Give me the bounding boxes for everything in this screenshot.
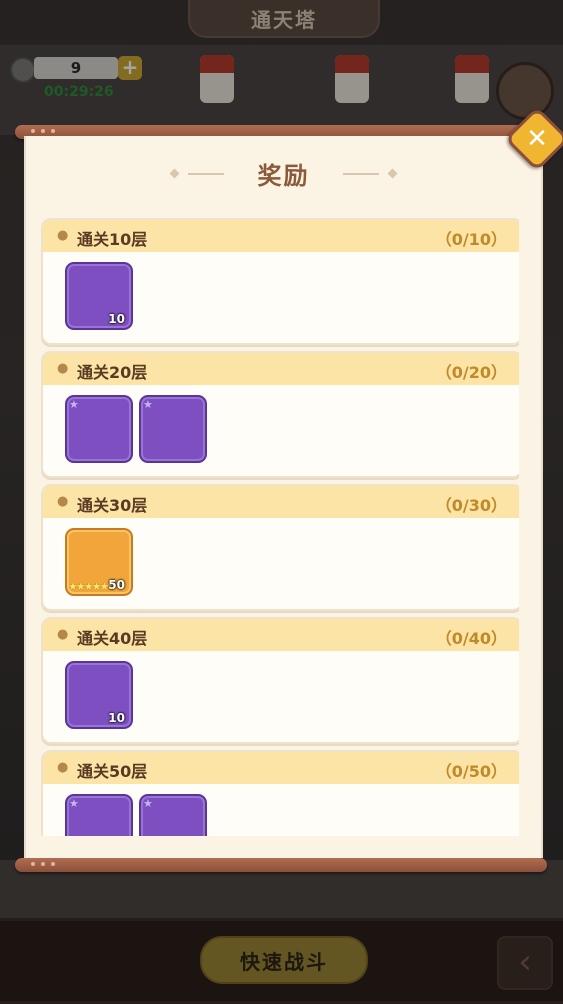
reward-progress: （0/20） (435, 363, 507, 382)
reward-card-header: ● 通关20层 （0/20） (43, 353, 519, 385)
reward-card: ● 通关50层 （0/50） ★ ★ (41, 750, 519, 836)
paw-icon: ● (57, 228, 69, 243)
reward-card: ● 通关10层 （0/10） 10 (41, 218, 519, 345)
reward-card: ● 通关30层 （0/30） 50 ★★★★★ (41, 484, 519, 611)
reward-card-header: ● 通关10层 （0/10） (43, 220, 519, 252)
scroll-bottom-rod (15, 858, 547, 872)
item-quantity: 10 (108, 711, 125, 725)
reward-condition: 通关40层 (77, 629, 148, 648)
reward-heading: 奖励 (26, 156, 541, 191)
pink-blossom-icon[interactable]: 50 ★★★★★ (65, 528, 133, 596)
cat-mask-icon[interactable]: ★ (139, 395, 207, 463)
white-hair-icon[interactable]: ★ (65, 794, 133, 836)
cat-mask-icon[interactable]: ★ (139, 794, 207, 836)
reward-condition: 通关30层 (77, 496, 148, 515)
white-hair-icon[interactable]: ★ (65, 395, 133, 463)
scroll-icon[interactable]: 10 (65, 661, 133, 729)
rarity-star-icon: ★ (69, 398, 79, 411)
paw-icon: ● (57, 494, 69, 509)
paw-icon: ● (57, 627, 69, 642)
close-icon: ✕ (526, 124, 548, 154)
reward-condition: 通关10层 (77, 230, 148, 249)
reward-title: 奖励 (257, 162, 310, 190)
reward-condition: 通关50层 (77, 762, 148, 781)
reward-card-header: ● 通关30层 （0/30） (43, 486, 519, 518)
scroll-icon[interactable]: 10 (65, 262, 133, 330)
reward-card: ● 通关40层 （0/40） 10 (41, 617, 519, 744)
rarity-star-icon: ★ (143, 398, 153, 411)
star-rating: ★★★★★ (68, 580, 109, 593)
reward-progress: （0/50） (435, 762, 507, 781)
paw-icon: ● (57, 760, 69, 775)
reward-progress: （0/40） (435, 629, 507, 648)
item-quantity: 50 (108, 578, 125, 592)
reward-condition: 通关20层 (77, 363, 148, 382)
rarity-star-icon: ★ (69, 797, 79, 810)
reward-card: ● 通关20层 （0/20） ★ ★ (41, 351, 519, 478)
paw-icon: ● (57, 361, 69, 376)
reward-card-header: ● 通关40层 （0/40） (43, 619, 519, 651)
reward-panel: 奖励 ● 通关10层 （0/10） 10 ● 通关20层 （0/20） ★ ★ ● 通关30层 （0/… (24, 136, 543, 858)
rarity-star-icon: ★ (143, 797, 153, 810)
reward-card-header: ● 通关50层 （0/50） (43, 752, 519, 784)
reward-list[interactable]: ● 通关10层 （0/10） 10 ● 通关20层 （0/20） ★ ★ ● 通关30层 （0/30）… (41, 218, 519, 836)
item-quantity: 10 (108, 312, 125, 326)
reward-progress: （0/10） (435, 230, 507, 249)
reward-progress: （0/30） (435, 496, 507, 515)
